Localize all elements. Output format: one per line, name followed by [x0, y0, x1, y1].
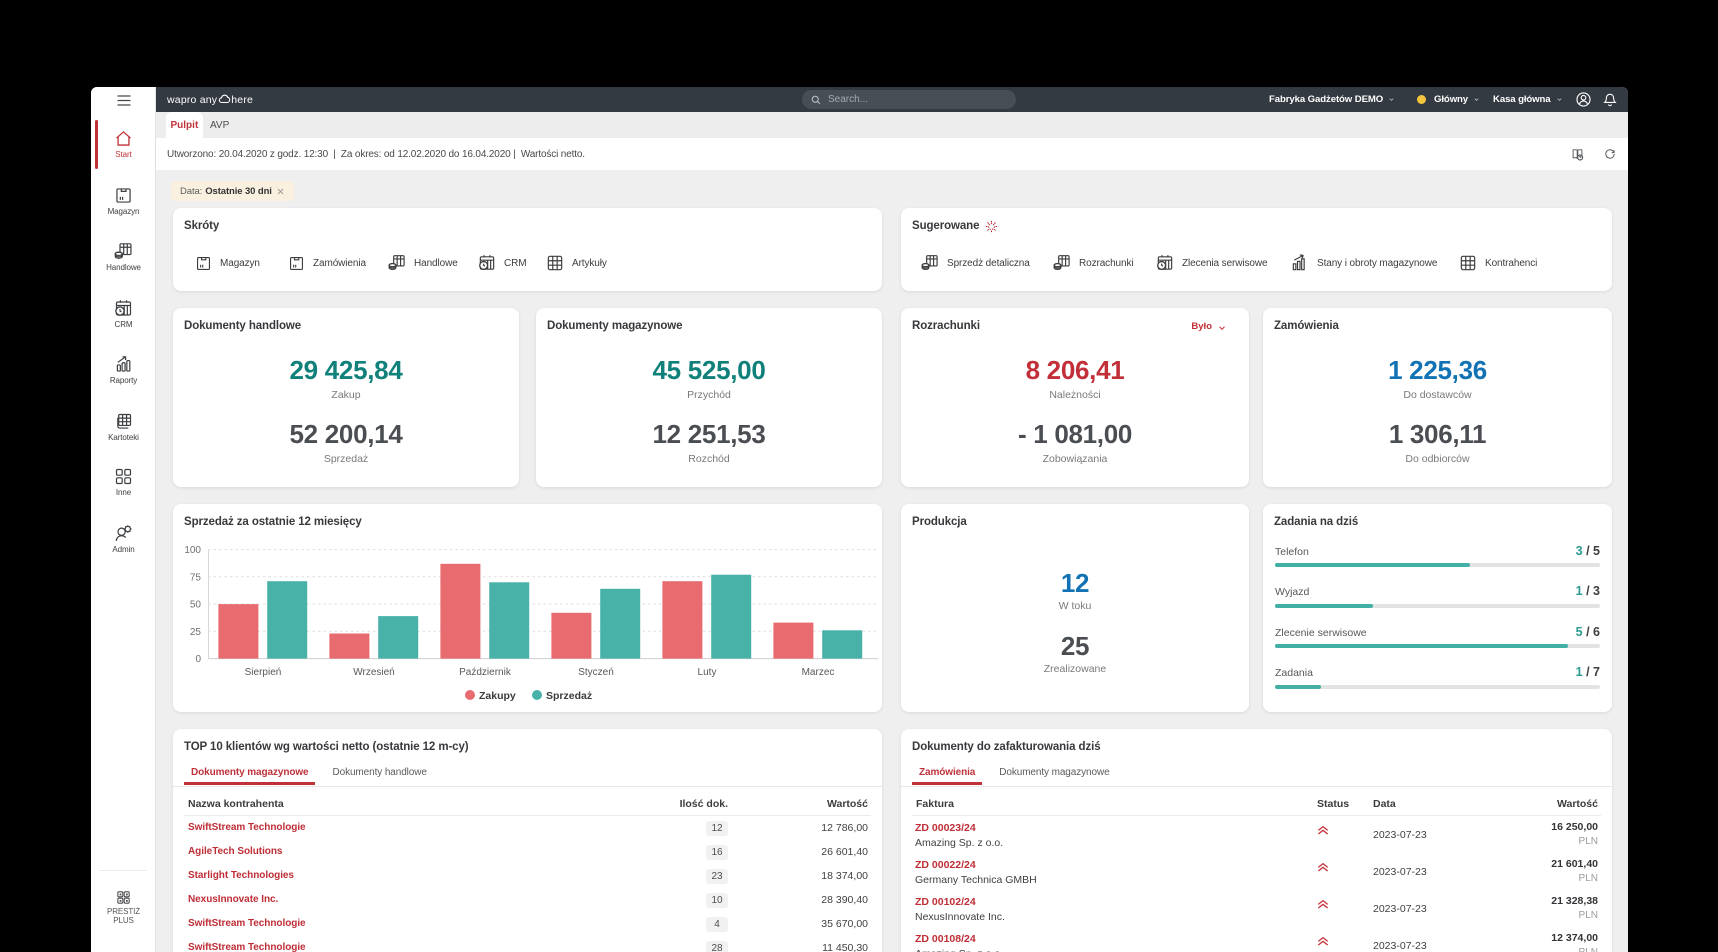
svg-text:Październik: Październik [459, 667, 512, 678]
svg-text:75: 75 [190, 572, 202, 583]
svg-text:50: 50 [190, 600, 202, 611]
svg-text:100: 100 [184, 545, 201, 556]
svg-text:Wrzesień: Wrzesień [353, 667, 395, 678]
svg-text:Sierpień: Sierpień [245, 667, 282, 678]
svg-text:Styczeń: Styczeń [578, 667, 614, 678]
svg-text:Zakupy: Zakupy [479, 690, 516, 702]
svg-text:0: 0 [195, 654, 201, 665]
svg-text:Sprzedaż: Sprzedaż [546, 690, 592, 702]
svg-text:Luty: Luty [698, 667, 717, 678]
svg-text:Marzec: Marzec [802, 667, 835, 678]
svg-text:25: 25 [190, 627, 202, 638]
